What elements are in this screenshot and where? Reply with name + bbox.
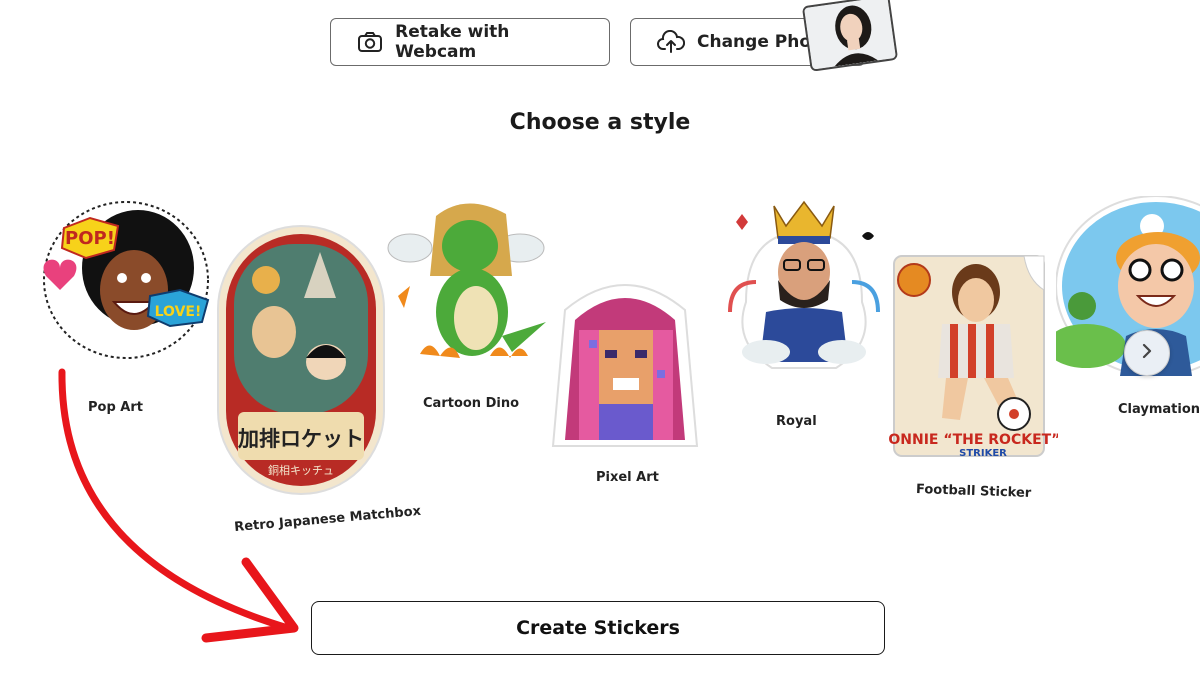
style-label-pixel-art: Pixel Art: [596, 470, 659, 485]
chevron-right-icon: [1140, 343, 1154, 363]
create-stickers-label: Create Stickers: [516, 617, 680, 639]
svg-text:POP!: POP!: [65, 228, 115, 249]
svg-text:LOVE!: LOVE!: [155, 304, 202, 320]
style-label-retro-japanese-matchbox: Retro Japanese Matchbox: [233, 503, 422, 536]
style-card-pop-art[interactable]: POP! LOVE! Pop Art: [30, 198, 214, 415]
camera-icon: [357, 28, 383, 56]
style-card-football-sticker[interactable]: RONNIE “THE ROCKET” STRIKER Football Sti…: [888, 250, 1058, 501]
style-card-pixel-art[interactable]: Pixel Art: [545, 270, 705, 485]
uploaded-photo-thumbnail: [801, 0, 899, 72]
royal-sticker-image: [728, 200, 880, 369]
svg-text:STRIKER: STRIKER: [959, 448, 1007, 459]
style-label-football-sticker: Football Sticker: [915, 481, 1032, 502]
style-label-pop-art: Pop Art: [88, 400, 143, 415]
retake-label: Retake with Webcam: [395, 22, 510, 62]
svg-text:RONNIE “THE ROCKET”: RONNIE “THE ROCKET”: [888, 432, 1058, 448]
cartoon-dino-sticker-image: [387, 203, 546, 358]
style-card-royal[interactable]: Royal: [716, 192, 892, 429]
football-sticker-image: RONNIE “THE ROCKET” STRIKER: [888, 255, 1058, 459]
style-label-royal: Royal: [776, 414, 817, 429]
retake-webcam-button[interactable]: Retake with Webcam: [330, 18, 610, 66]
style-label-claymation: Claymation: [1118, 402, 1200, 417]
style-label-cartoon-dino: Cartoon Dino: [423, 396, 520, 411]
pop-art-sticker-image: POP! LOVE!: [43, 201, 210, 359]
style-card-cartoon-dino[interactable]: Cartoon Dino: [380, 186, 552, 411]
carousel-next-button[interactable]: [1124, 330, 1170, 376]
style-card-retro-japanese-matchbox[interactable]: 加排ロケット 銅相キッチュ Retro Japanese Matchbox: [214, 222, 422, 535]
svg-text:加排ロケット: 加排ロケット: [237, 427, 364, 451]
pixel-art-sticker-image: [551, 284, 699, 447]
section-title: Choose a style: [509, 110, 691, 135]
svg-text:銅相キッチュ: 銅相キッチュ: [268, 463, 334, 477]
create-stickers-button[interactable]: Create Stickers: [311, 601, 885, 655]
upload-cloud-icon: [657, 28, 685, 56]
retro-matchbox-sticker-image: 加排ロケット 銅相キッチュ: [217, 225, 385, 495]
